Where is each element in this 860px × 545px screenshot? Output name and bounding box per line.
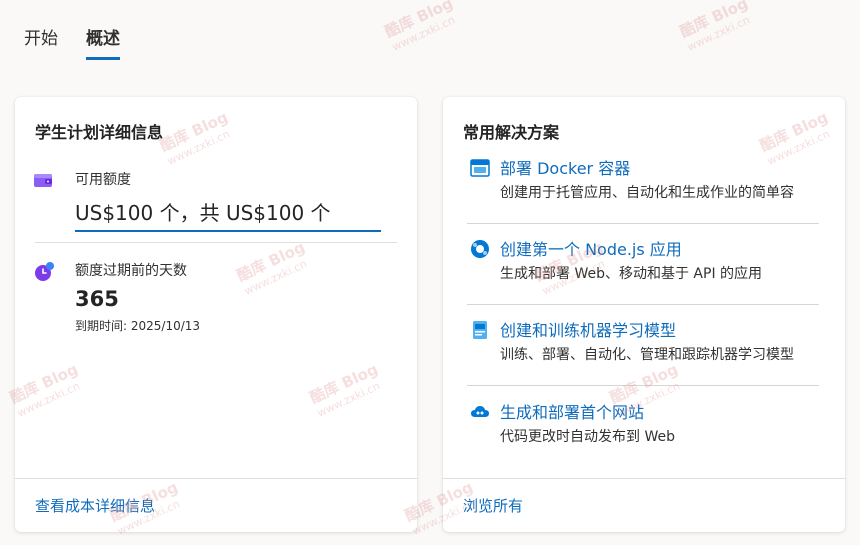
solution-item[interactable]: 生成和部署首个网站 代码更改时自动发布到 Web (467, 399, 819, 479)
clock-expiry-icon (33, 261, 54, 281)
tab-bar: 开始 概述 (24, 24, 120, 60)
docker-container-icon (470, 158, 490, 178)
solution-title[interactable]: 创建和训练机器学习模型 (500, 317, 676, 341)
tab-start[interactable]: 开始 (24, 24, 58, 60)
view-cost-details-link[interactable]: 查看成本详细信息 (35, 495, 155, 516)
credit-value: US$100 个，共 US$100 个 (75, 197, 381, 232)
section-divider (35, 242, 397, 243)
wallet-icon (33, 170, 53, 190)
common-solutions-title: 常用解决方案 (463, 123, 560, 142)
nodejs-app-icon (470, 239, 490, 259)
machine-learning-icon (470, 320, 490, 340)
solution-desc: 生成和部署 Web、移动和基于 API 的应用 (500, 266, 763, 282)
solution-title[interactable]: 部署 Docker 容器 (500, 155, 630, 179)
card-footer: 查看成本详细信息 (15, 478, 417, 532)
website-cloud-icon (470, 402, 490, 422)
solution-title[interactable]: 生成和部署首个网站 (500, 399, 644, 423)
solution-desc: 训练、部署、自动化、管理和跟踪机器学习模型 (500, 347, 794, 363)
expiry-date: 到期时间: 2025/10/13 (75, 319, 201, 333)
solution-title[interactable]: 创建第一个 Node.js 应用 (500, 236, 682, 260)
days-label: 额度过期前的天数 (75, 263, 187, 279)
tab-overview[interactable]: 概述 (86, 24, 120, 60)
solution-divider (467, 223, 819, 224)
solution-desc: 代码更改时自动发布到 Web (500, 429, 675, 445)
solution-divider (467, 304, 819, 305)
student-plan-title: 学生计划详细信息 (35, 123, 164, 142)
card-footer: 浏览所有 (443, 478, 845, 532)
days-value: 365 (75, 287, 119, 311)
credit-label: 可用额度 (75, 172, 131, 188)
solution-divider (467, 385, 819, 386)
solution-desc: 创建用于托管应用、自动化和生成作业的简单容器 (500, 185, 794, 201)
watermark: 酷库 Blog www.zxki.cn (382, 0, 457, 54)
watermark: 酷库 Blog www.zxki.cn (677, 0, 752, 54)
common-solutions-card: 常用解决方案 部署 Docker 容器 创建用于托管应用、自动化和生成作业的简单… (443, 97, 845, 532)
student-plan-card: 学生计划详细信息 可用额度 US$100 个，共 US$100 个 额度过期前的… (15, 97, 417, 532)
browse-all-link[interactable]: 浏览所有 (463, 495, 523, 516)
